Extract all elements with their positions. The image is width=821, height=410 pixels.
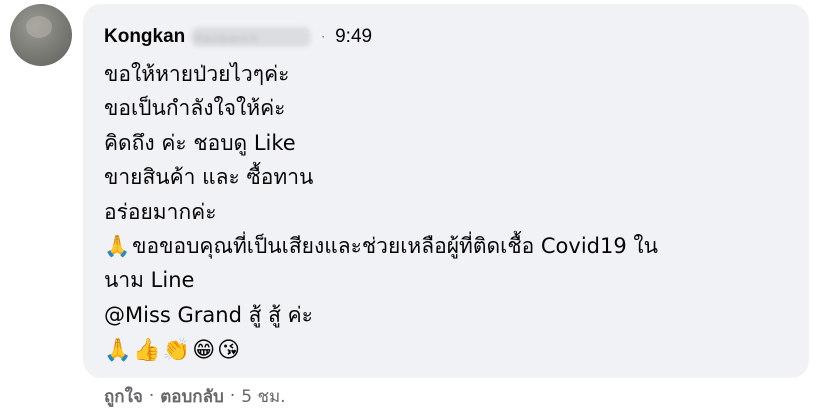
- folded-hands-emoji-icon: 🙏: [104, 338, 132, 364]
- author-last-name-blurred[interactable]: Rasiipanich: [191, 27, 312, 47]
- action-dot: ·: [148, 386, 155, 406]
- grinning-face-emoji-icon: 😁: [192, 338, 216, 364]
- comment-line-with-emoji: 🙏 ขอขอบคุณที่เป็นเสียงและช่วยเหลือผู้ที่…: [104, 229, 804, 263]
- comment-actions: ถูกใจ · ตอบกลับ · 5 ชม.: [104, 384, 286, 408]
- header-dot: ·: [321, 30, 326, 44]
- comment-line: ขายสินค้า และ ซื้อทาน: [104, 165, 314, 190]
- comment-time[interactable]: 9:49: [335, 26, 372, 48]
- action-dot: ·: [229, 386, 236, 406]
- comment-line: อร่อยมากค่ะ: [104, 199, 217, 224]
- emoji-row: 🙏 👍 👏 😁 😘: [104, 334, 804, 368]
- comment-body: ขอให้หายป่วยไวๆค่ะ ขอเป็นกำลังใจให้ค่ะ ค…: [104, 57, 804, 369]
- comment-header: Kongkan Rasiipanich · 9:49: [104, 24, 372, 50]
- comment-line: คิดถึง ค่ะ ชอบดู Like: [104, 130, 296, 155]
- avatar[interactable]: [10, 4, 72, 66]
- face-blowing-kiss-emoji-icon: 😘: [217, 338, 241, 364]
- clapping-hands-emoji-icon: 👏: [162, 338, 191, 364]
- comment-line-text: ขอขอบคุณที่เป็นเสียงและช่วยเหลือผู้ที่ติ…: [132, 234, 658, 259]
- comment-age[interactable]: 5 ชม.: [241, 383, 285, 410]
- author-name[interactable]: Kongkan: [104, 26, 185, 48]
- comment-line: นาม Line: [104, 268, 195, 293]
- thumbs-up-emoji-icon: 👍: [133, 338, 161, 364]
- comment-line: ขอให้หายป่วยไวๆค่ะ: [104, 62, 290, 86]
- folded-hands-emoji-icon: 🙏: [104, 234, 131, 259]
- comment-line: @Miss Grand สู้ สู้ ค่ะ: [104, 302, 313, 327]
- comment-line: ขอเป็นกำลังใจให้ค่ะ: [104, 96, 286, 121]
- reply-button[interactable]: ตอบกลับ: [160, 383, 224, 410]
- like-button[interactable]: ถูกใจ: [104, 383, 143, 410]
